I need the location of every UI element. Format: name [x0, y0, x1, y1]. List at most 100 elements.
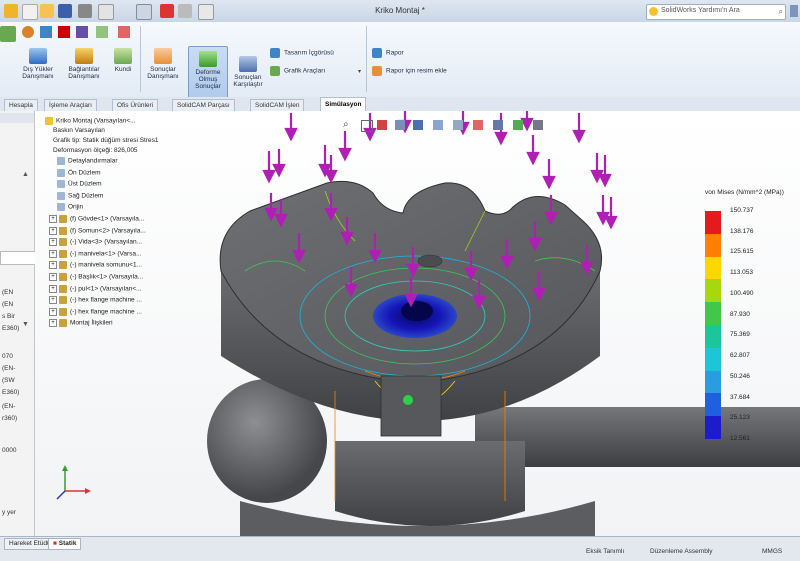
assembly-icon	[45, 117, 53, 125]
tab-isleme-araclari[interactable]: İşleme Araçları	[44, 99, 97, 111]
tree-item[interactable]: Orijin	[57, 203, 83, 212]
scroll-up-icon[interactable]: ▲	[22, 171, 29, 178]
expand-icon[interactable]: +	[49, 296, 57, 305]
expand-icon[interactable]: +	[49, 261, 57, 270]
tree-item[interactable]: + (-) Vida<3> (Varsayılan...	[49, 238, 142, 247]
display-style-icon[interactable]	[433, 120, 443, 130]
tree-item[interactable]: Sağ Düzlem	[57, 191, 103, 200]
design-insight-button[interactable]: Tasarım İçgörüsü	[270, 48, 334, 58]
search-icon[interactable]: ⌕	[779, 7, 783, 17]
tab-static-study[interactable]: ■ Statik	[48, 538, 82, 550]
tree-item[interactable]: + (f) Somun<2> (Varsayıla...	[49, 226, 146, 235]
section-view-icon[interactable]	[395, 120, 405, 130]
expand-icon[interactable]: +	[49, 307, 57, 316]
fixture-icon[interactable]	[58, 26, 70, 38]
tree-item[interactable]: + (-) manivela somunu<1...	[49, 261, 142, 270]
results-advisor-button[interactable]: Sonuçlar Danışmanı	[142, 48, 184, 80]
legend-tick-label: 125.615	[730, 248, 754, 256]
simulation-icon[interactable]	[22, 26, 34, 38]
file-properties-icon[interactable]	[198, 4, 214, 20]
tab-hesapla[interactable]: Hesapla	[4, 99, 38, 111]
tree-item[interactable]: + (-) Başlık<1> (Varsayıla...	[49, 273, 143, 281]
edit-appearance-icon[interactable]	[473, 120, 483, 130]
tab-solidcam-parcasi[interactable]: SolidCAM Parçası	[172, 99, 235, 111]
load-icon[interactable]	[76, 26, 88, 38]
left-pane-text: (EN-	[2, 403, 16, 410]
connections-advisor-button[interactable]: Bağlantılar Danışmanı	[62, 48, 106, 80]
tab-solidcam-islen[interactable]: SolidCAM İşlen	[250, 99, 305, 111]
mesh-icon[interactable]	[96, 26, 108, 38]
expand-icon[interactable]: +	[49, 226, 57, 235]
expand-icon[interactable]: +	[49, 284, 57, 293]
external-loads-advisor-button[interactable]: Dış Yükler Danışmanı	[18, 48, 58, 80]
hide-show-items-icon[interactable]	[453, 120, 463, 130]
coordinate-triad	[56, 465, 91, 500]
tree-item[interactable]: Detaylandırmalar	[57, 157, 118, 165]
expand-icon[interactable]: +	[49, 319, 57, 328]
tree-item[interactable]: + (-) pul<1> (Varsayılan<...	[49, 284, 142, 293]
view-orientation-icon[interactable]	[413, 120, 423, 130]
shell-button[interactable]: Kundi	[108, 48, 138, 73]
tree-item-label: Üst Düzlem	[68, 180, 102, 188]
rebuild-icon[interactable]	[160, 4, 174, 18]
options-icon[interactable]	[178, 4, 192, 18]
expand-icon[interactable]: +	[49, 273, 57, 281]
expand-icon[interactable]: +	[49, 238, 57, 247]
tab-simulasyon[interactable]: Simülasyon	[320, 97, 367, 111]
legend-color-segment	[705, 211, 721, 235]
help-search-input[interactable]: SolidWorks Yardımı'n Ara ⌕	[646, 4, 786, 20]
display-pane-icon[interactable]	[533, 120, 543, 130]
tree-item[interactable]: Ön Düzlem	[57, 168, 101, 177]
tree-root[interactable]: Kriko Montaj (Varsayılan<...	[45, 117, 136, 125]
scroll-down-icon[interactable]: ▼	[22, 321, 29, 328]
tree-root-label: Kriko Montaj (Varsayılan<...	[56, 117, 136, 125]
plot-tools-button[interactable]: Grafik Araçları	[270, 66, 325, 76]
results-label-2: Danışmanı	[147, 73, 179, 80]
study-advisor-icon[interactable]	[0, 26, 16, 42]
add-image-to-report-button[interactable]: Rapor için resim ekle	[372, 66, 447, 76]
select-icon[interactable]	[136, 4, 152, 20]
deformed-label-3: Sonuçlar	[195, 83, 221, 90]
tree-item[interactable]: Üst Düzlem	[57, 180, 102, 189]
tree-item[interactable]: + (-) manivela<1> (Varsa...	[49, 249, 141, 258]
undo-icon[interactable]	[98, 4, 114, 20]
expand-icon[interactable]: +	[49, 215, 57, 223]
status-units[interactable]: MMGS	[762, 548, 782, 555]
expand-icon[interactable]: +	[49, 249, 57, 258]
apply-scene-icon[interactable]	[493, 120, 503, 130]
probe-point[interactable]	[403, 395, 413, 405]
plot-tools-dropdown-icon[interactable]: ▾	[358, 68, 361, 75]
run-icon[interactable]	[118, 26, 130, 38]
property-field[interactable]	[0, 251, 36, 265]
tab-ofis-urunleri[interactable]: Ofis Ürünleri	[112, 99, 159, 111]
left-pane-text: 070	[2, 353, 13, 360]
window-control-icon[interactable]	[790, 5, 798, 17]
component-icon	[59, 249, 67, 258]
tree-item[interactable]: + Montaj İlişkileri	[49, 319, 113, 328]
material-icon[interactable]	[40, 26, 52, 38]
open-folder-icon[interactable]	[40, 4, 54, 18]
new-file-icon[interactable]	[22, 4, 38, 20]
compare-results-button[interactable]: Sonuçları Karşılaştır	[228, 56, 268, 88]
tree-item[interactable]: + (f) Gövde<1> (Varsayıla...	[49, 215, 144, 223]
previous-view-icon[interactable]	[377, 120, 387, 130]
zoom-to-fit-icon[interactable]: ⌕	[343, 119, 355, 131]
tree-item[interactable]: + (-) hex flange machine ...	[49, 296, 142, 305]
plane-icon	[57, 168, 65, 177]
report-button[interactable]: Rapor	[372, 48, 404, 58]
save-icon[interactable]	[58, 4, 72, 18]
model-view-svg[interactable]	[35, 111, 800, 536]
legend-color-segment	[705, 325, 721, 349]
tree-item[interactable]: + (-) hex flange machine ...	[49, 307, 142, 316]
graphics-viewport[interactable]: ⌕ Kriko Montaj (Varsayılan<... Baskın Va…	[35, 111, 800, 536]
print-icon[interactable]	[78, 4, 92, 18]
solidworks-logo-icon[interactable]	[4, 4, 18, 18]
view-settings-icon[interactable]	[513, 120, 523, 130]
status-definition: Eksik Tanımlı	[586, 548, 625, 555]
legend-tick-label: 100.490	[730, 289, 754, 297]
component-icon	[59, 307, 67, 316]
zoom-area-icon[interactable]	[361, 120, 373, 132]
legend-color-segment	[705, 302, 721, 326]
legend-tick-label: 75.369	[730, 331, 750, 339]
plane-icon	[57, 180, 65, 189]
